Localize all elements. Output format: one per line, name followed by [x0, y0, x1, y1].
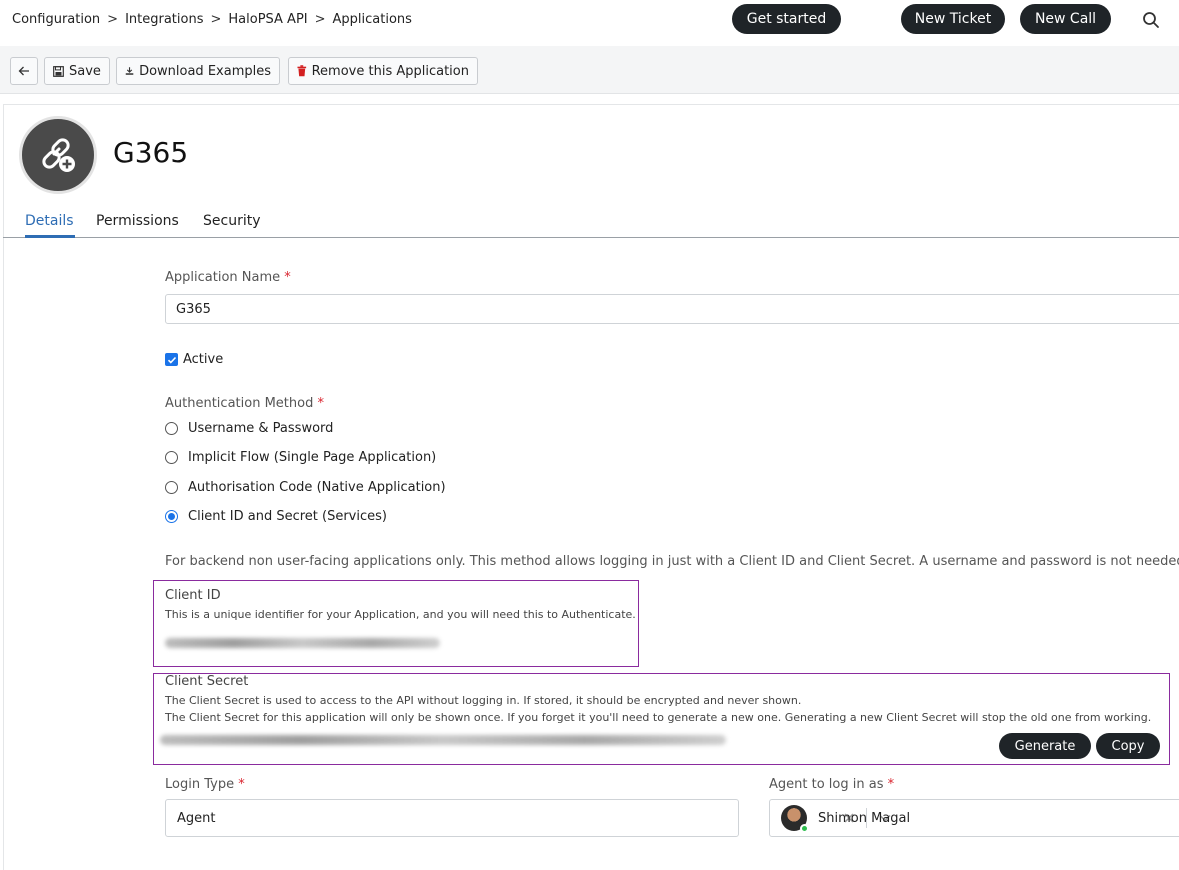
active-tab-indicator	[25, 235, 75, 238]
floppy-disk-icon	[53, 65, 64, 77]
checkmark-icon	[167, 356, 176, 364]
auth-option-client-id-secret[interactable]: Client ID and Secret (Services)	[165, 509, 387, 524]
link-add-icon	[42, 138, 75, 172]
search-icon[interactable]	[1141, 10, 1161, 30]
client-secret-value-redacted	[160, 735, 726, 745]
back-button[interactable]	[10, 57, 38, 85]
auth-option-authorisation-code[interactable]: Authorisation Code (Native Application)	[165, 480, 446, 495]
radio-button-selected[interactable]	[165, 510, 178, 523]
arrow-left-icon	[18, 66, 29, 76]
online-status-dot	[800, 824, 809, 833]
auth-option-username-password[interactable]: Username & Password	[165, 421, 333, 436]
auth-option-label: Client ID and Secret (Services)	[188, 509, 387, 524]
breadcrumb-separator: >	[314, 12, 326, 27]
client-id-section	[153, 580, 639, 667]
auth-option-label: Implicit Flow (Single Page Application)	[188, 450, 437, 465]
login-type-label-text: Login Type	[165, 777, 235, 792]
active-label: Active	[183, 352, 224, 367]
tab-security[interactable]: Security	[203, 213, 261, 229]
required-marker: *	[887, 777, 895, 792]
save-button[interactable]: Save	[44, 57, 110, 85]
required-marker: *	[317, 396, 324, 411]
agent-label-text: Agent to log in as	[769, 777, 884, 792]
radio-button[interactable]	[165, 422, 178, 435]
auth-option-label: Username & Password	[188, 421, 334, 436]
agent-value: Shimon Magal	[818, 810, 911, 826]
breadcrumb-integrations[interactable]: Integrations	[125, 12, 203, 27]
breadcrumb: Configuration > Integrations > HaloPSA API > A…	[12, 12, 412, 27]
client-id-label: Client ID	[165, 588, 221, 603]
application-title: G365	[113, 136, 189, 169]
application-avatar	[19, 116, 97, 194]
auth-method-label-text: Authentication Method	[165, 396, 314, 411]
download-icon	[125, 67, 134, 75]
avatar	[781, 805, 809, 833]
remove-application-label: Remove this Application	[311, 63, 469, 79]
tab-bar: Details Permissions Security	[3, 210, 1179, 238]
client-secret-help-1: The Client Secret is used to access to t…	[165, 694, 802, 707]
toolbar: Save Download Examples Remove this Appli…	[0, 46, 1179, 94]
agent-label: Agent to log in as *	[769, 777, 894, 792]
application-name-input[interactable]: G365	[165, 294, 1179, 324]
login-type-label: Login Type *	[165, 777, 245, 792]
client-secret-help-2: The Client Secret for this application w…	[165, 711, 1152, 724]
agent-select[interactable]: Shimon Magal	[769, 799, 1179, 837]
required-marker: *	[238, 777, 245, 792]
new-ticket-button[interactable]: New Ticket	[901, 4, 1005, 34]
auth-option-implicit-flow[interactable]: Implicit Flow (Single Page Application)	[165, 450, 436, 465]
active-checkbox[interactable]	[165, 353, 178, 366]
client-id-value-redacted	[165, 638, 440, 648]
radio-button[interactable]	[165, 451, 178, 464]
tab-details[interactable]: Details	[25, 213, 74, 229]
copy-button[interactable]: Copy	[1096, 733, 1160, 759]
application-name-label: Application Name *	[165, 270, 291, 285]
trash-icon	[297, 65, 307, 77]
get-started-button[interactable]: Get started	[732, 4, 841, 34]
login-type-value: Agent	[177, 810, 216, 826]
auth-method-description: For backend non user-facing applications…	[165, 554, 1179, 569]
breadcrumb-separator: >	[107, 12, 119, 27]
client-id-help: This is a unique identifier for your App…	[165, 608, 636, 621]
remove-application-button[interactable]: Remove this Application	[288, 57, 478, 85]
auth-method-label: Authentication Method *	[165, 396, 324, 411]
radio-button[interactable]	[165, 481, 178, 494]
client-secret-label: Client Secret	[165, 674, 249, 689]
breadcrumb-configuration[interactable]: Configuration	[12, 12, 100, 27]
new-call-button[interactable]: New Call	[1020, 4, 1111, 34]
download-examples-label: Download Examples	[139, 63, 271, 79]
auth-option-label: Authorisation Code (Native Application)	[188, 480, 446, 495]
application-name-label-text: Application Name	[165, 270, 281, 285]
breadcrumb-separator: >	[210, 12, 222, 27]
breadcrumb-halopsa-api[interactable]: HaloPSA API	[228, 12, 307, 27]
save-button-label: Save	[69, 63, 101, 79]
login-type-select[interactable]: Agent	[165, 799, 891, 837]
required-marker: *	[284, 270, 291, 285]
breadcrumb-applications[interactable]: Applications	[333, 12, 412, 27]
generate-button[interactable]: Generate	[999, 733, 1091, 759]
tab-permissions[interactable]: Permissions	[96, 213, 179, 229]
top-bar: Configuration > Integrations > HaloPSA API > A…	[0, 0, 1179, 44]
download-examples-button[interactable]: Download Examples	[116, 57, 280, 85]
